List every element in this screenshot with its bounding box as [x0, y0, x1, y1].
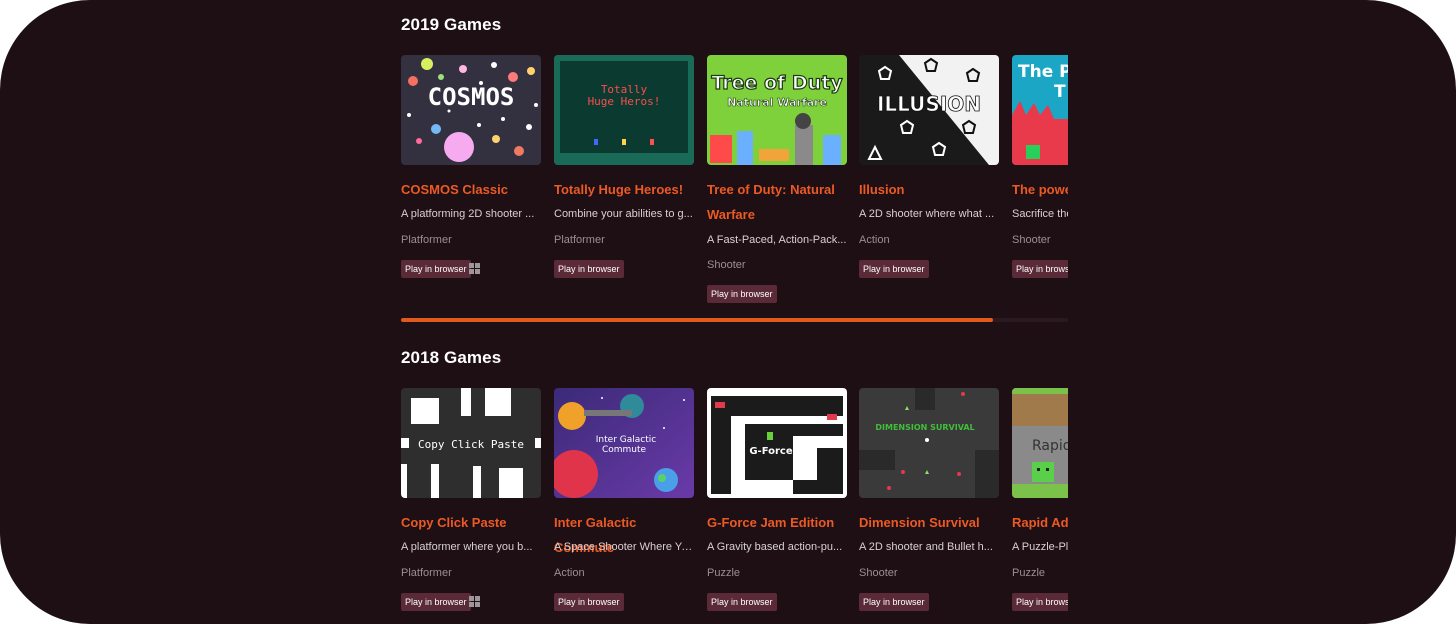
section-title: 2019 Games: [401, 15, 502, 34]
game-description: A 2D shooter and Bullet h...: [859, 541, 993, 553]
play-in-browser-button[interactable]: Play in browser: [707, 285, 777, 303]
game-thumbnail[interactable]: Totally Huge Heros!: [554, 55, 694, 165]
game-thumbnail[interactable]: Inter Galactic Commute: [554, 388, 694, 498]
game-description: A Space Shooter Where Yo...: [554, 541, 694, 553]
windows-icon: [469, 263, 480, 274]
section-title: 2018 Games: [401, 348, 502, 367]
horizontal-scrollbar[interactable]: [401, 318, 1068, 322]
svg-text:Commute: Commute: [602, 445, 647, 455]
game-genre: Platformer: [401, 234, 452, 246]
games-row[interactable]: Copy Click Paste Copy Click Paste A plat…: [401, 388, 1068, 624]
game-genre: Shooter: [859, 567, 898, 579]
game-title-link[interactable]: Tree of Duty: Natural Warfare: [707, 177, 847, 227]
play-in-browser-button[interactable]: Play in browser: [401, 593, 471, 611]
thumbnail-text: Copy Click Paste: [418, 438, 524, 451]
play-in-browser-button[interactable]: Play in browser: [1012, 593, 1068, 611]
games-row[interactable]: COSMOS COSMOS Classic A platforming 2D s…: [401, 55, 1068, 315]
game-title-link[interactable]: Totally Huge Heroes!: [554, 177, 694, 202]
game-thumbnail[interactable]: Rapid: [1012, 388, 1068, 498]
svg-text:Huge Heros!: Huge Heros!: [588, 95, 661, 108]
thumbnail-text: COSMOS: [428, 83, 515, 111]
game-genre: Puzzle: [1012, 567, 1046, 579]
game-genre: Shooter: [707, 259, 746, 271]
game-thumbnail[interactable]: ILLUSION: [859, 55, 999, 165]
game-thumbnail[interactable]: Tree of Duty Natural Warfare: [707, 55, 847, 165]
game-title-link[interactable]: Illusion: [859, 177, 999, 202]
game-description: Combine your abilities to g...: [554, 208, 693, 220]
thumbnail-text: DIMENSION SURVIVAL: [875, 423, 974, 432]
game-description: A 2D shooter where what ...: [859, 208, 995, 220]
game-description: A platforming 2D shooter ...: [401, 208, 535, 220]
play-in-browser-button[interactable]: Play in browser: [554, 260, 624, 278]
game-title-link[interactable]: Copy Click Paste: [401, 510, 541, 535]
game-title-link[interactable]: Dimension Survival: [859, 510, 999, 535]
thumbnail-text: Tree of Duty: [711, 72, 843, 94]
game-title-link[interactable]: G-Force Jam Edition: [707, 510, 847, 535]
game-thumbnail[interactable]: COSMOS: [401, 55, 541, 165]
thumbnail-text: The P: [1018, 62, 1068, 82]
play-in-browser-button[interactable]: Play in browser: [401, 260, 471, 278]
play-in-browser-button[interactable]: Play in browser: [554, 593, 624, 611]
game-thumbnail[interactable]: The P T: [1012, 55, 1068, 165]
game-thumbnail[interactable]: Copy Click Paste: [401, 388, 541, 498]
game-genre: Platformer: [401, 567, 452, 579]
scrollbar-thumb[interactable]: [401, 318, 993, 322]
game-title-link[interactable]: Rapid Ada: [1012, 510, 1068, 535]
play-in-browser-button[interactable]: Play in browser: [859, 593, 929, 611]
thumbnail-text: G-Force: [749, 446, 793, 457]
game-description: A Gravity based action-pu...: [707, 541, 843, 553]
windows-icon: [469, 596, 480, 607]
game-title-link[interactable]: The power: [1012, 177, 1068, 202]
play-in-browser-button[interactable]: Play in browser: [859, 260, 929, 278]
thumbnail-text: Inter Galactic: [596, 435, 656, 445]
thumbnail-text: Rapid: [1032, 438, 1068, 454]
game-genre: Action: [554, 567, 585, 579]
play-in-browser-button[interactable]: Play in browser: [1012, 260, 1068, 278]
game-genre: Platformer: [554, 234, 605, 246]
game-description: A platformer where you b...: [401, 541, 533, 553]
game-title-link[interactable]: COSMOS Classic: [401, 177, 541, 202]
thumbnail-text: ILLUSION: [877, 92, 981, 116]
game-genre: Puzzle: [707, 567, 741, 579]
play-in-browser-button[interactable]: Play in browser: [707, 593, 777, 611]
game-description: A Puzzle-Pl: [1012, 541, 1068, 553]
game-description: A Fast-Paced, Action-Pack...: [707, 234, 847, 246]
app-frame: 2019 Games COSMOS COSMOS Classic A platf…: [0, 0, 1456, 624]
game-thumbnail[interactable]: DIMENSION SURVIVAL: [859, 388, 999, 498]
svg-text:Natural Warfare: Natural Warfare: [727, 96, 827, 109]
game-description: Sacrifice the: [1012, 208, 1068, 220]
game-genre: Action: [859, 234, 890, 246]
game-thumbnail[interactable]: G-Force: [707, 388, 847, 498]
game-genre: Shooter: [1012, 234, 1051, 246]
svg-text:T: T: [1054, 82, 1066, 102]
